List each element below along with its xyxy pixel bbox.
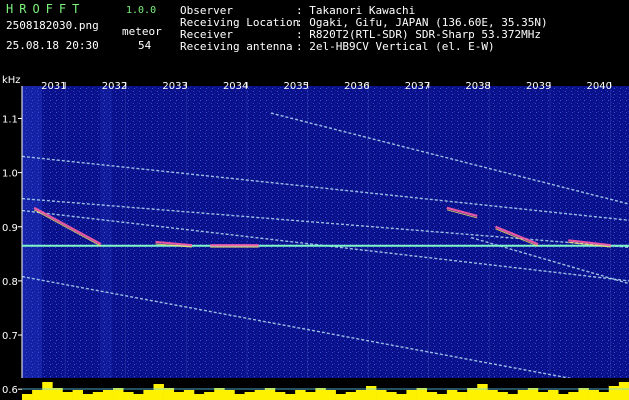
level-bar — [264, 388, 276, 400]
app-version: 1.0.0 — [126, 5, 157, 16]
spectrogram: 2031 2032 2033 2034 2035 2036 2037 2038 2039 2040… — [0, 72, 629, 400]
x-tick-label: 2038 — [465, 81, 490, 92]
level-bar — [457, 392, 468, 400]
level-bar — [345, 392, 357, 400]
level-bar — [193, 394, 205, 400]
level-bar — [527, 388, 539, 400]
y-tick-label: 0.8 — [2, 277, 18, 288]
level-bar — [365, 386, 377, 400]
level-bar — [183, 390, 195, 400]
header-panel: HROFFT 1.0.0 2508182030.png 25.08.18 20:… — [0, 0, 629, 72]
level-bar — [446, 390, 458, 400]
level-bar — [72, 390, 83, 400]
level-bar — [467, 388, 478, 400]
level-bar — [618, 382, 629, 400]
level-bar — [102, 390, 114, 400]
level-bar — [578, 388, 589, 400]
level-bar — [52, 388, 63, 400]
level-bar — [537, 392, 549, 400]
x-tick-label: 2031 — [41, 81, 66, 92]
level-bar — [608, 386, 620, 400]
left-noise-band — [22, 86, 42, 378]
level-bar — [285, 394, 296, 400]
level-bar — [244, 392, 255, 400]
level-bar — [163, 388, 175, 400]
y-tick-label: 0.9 — [2, 223, 18, 234]
level-bar — [436, 394, 448, 400]
level-bar — [143, 390, 154, 400]
level-bars — [0, 378, 629, 400]
level-bar — [426, 392, 438, 400]
x-tick-label: 2036 — [344, 81, 369, 92]
level-bar — [315, 388, 326, 400]
x-tick-label: 2032 — [102, 81, 127, 92]
level-bar — [497, 392, 508, 400]
meteor-label: meteor — [122, 25, 162, 38]
level-bar — [507, 394, 519, 400]
level-bar — [214, 388, 225, 400]
meteor-count: 54 — [138, 39, 152, 52]
antenna-label: Receiving antenna — [180, 40, 293, 53]
level-bar — [355, 390, 367, 400]
level-bar — [598, 392, 610, 400]
y-tick-label: 1.0 — [2, 169, 18, 180]
y-axis-label: kHz — [2, 75, 21, 86]
level-bar — [32, 390, 43, 400]
noise-band — [100, 86, 112, 378]
level-bar — [153, 384, 164, 400]
x-tick-label: 2035 — [284, 81, 309, 92]
level-bar — [274, 392, 286, 400]
antenna-value: : 2el-HB9CV Vertical (el. E-W) — [296, 40, 495, 53]
level-bar — [224, 390, 235, 400]
file-name: 2508182030.png — [6, 19, 99, 32]
timestamp: 25.08.18 20:30 — [6, 39, 99, 52]
app-name: HROFFT — [6, 2, 86, 16]
level-bar — [82, 394, 94, 400]
level-bar — [305, 392, 316, 400]
level-bar — [325, 390, 336, 400]
level-bar — [588, 390, 599, 400]
x-tick-label: 2037 — [405, 81, 430, 92]
level-bar — [517, 390, 529, 400]
level-bar — [568, 392, 579, 400]
level-bar — [62, 392, 73, 400]
x-tick-label: 2039 — [526, 81, 551, 92]
level-bar — [254, 390, 266, 400]
level-bar — [477, 384, 488, 400]
level-bar — [386, 392, 397, 400]
level-bar — [416, 388, 427, 400]
level-bar — [295, 390, 306, 400]
level-bar — [558, 394, 569, 400]
level-bar — [173, 392, 185, 400]
level-bar — [113, 388, 124, 400]
level-bar — [123, 392, 134, 400]
level-bar — [42, 382, 53, 400]
level-bar — [133, 394, 144, 400]
level-bar — [335, 394, 347, 400]
x-tick-label: 2040 — [587, 81, 612, 92]
y-tick-label: 0.6 — [2, 385, 18, 396]
level-bar — [204, 392, 215, 400]
level-bar — [376, 390, 387, 400]
level-bar — [92, 392, 104, 400]
level-bar — [487, 390, 498, 400]
x-tick-label: 2033 — [162, 81, 187, 92]
level-bar — [234, 394, 245, 400]
level-bar — [22, 394, 33, 400]
y-tick-label: 1.1 — [2, 114, 18, 125]
level-bar — [548, 390, 559, 400]
y-tick-label: 0.7 — [2, 331, 18, 342]
level-bar — [406, 390, 417, 400]
level-bar — [396, 394, 407, 400]
x-tick-label: 2034 — [223, 81, 248, 92]
